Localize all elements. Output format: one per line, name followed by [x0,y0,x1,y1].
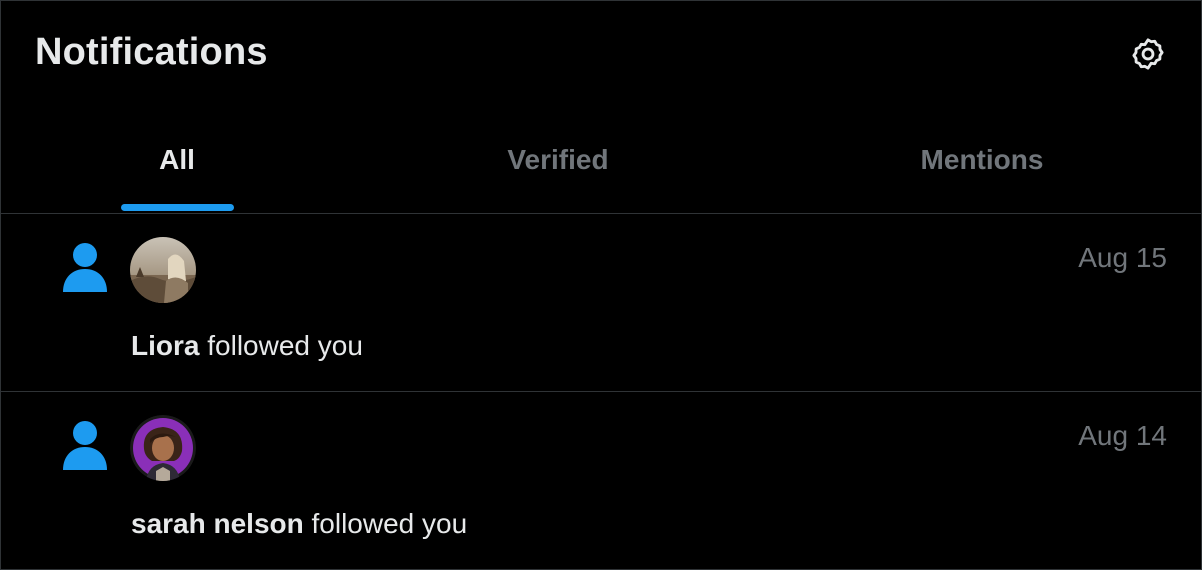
tab-verified-label: Verified [507,144,609,175]
notification-action: followed you [311,508,468,539]
tab-mentions[interactable]: Mentions [763,107,1201,213]
settings-button[interactable] [1127,33,1169,75]
notification-item[interactable]: Aug 15 Liora followed you [1,214,1201,392]
notification-text: Liora followed you [131,330,363,362]
active-tab-indicator [121,204,234,211]
tab-mentions-label: Mentions [920,144,1044,175]
tab-bar: All Verified Mentions [1,107,1201,214]
tab-verified[interactable]: Verified [353,107,763,213]
notification-text: sarah nelson followed you [131,508,467,540]
avatar[interactable] [130,415,196,481]
person-icon [63,421,107,470]
notifications-panel: Notifications All Verified Mentions Aug … [0,0,1202,570]
avatar[interactable] [130,237,196,303]
notification-user[interactable]: Liora [131,330,199,361]
notification-user[interactable]: sarah nelson [131,508,304,539]
page-title: Notifications [35,31,268,73]
gear-icon [1132,38,1164,70]
tab-all-label: All [159,144,195,175]
person-icon [63,243,107,292]
notification-date: Aug 14 [1078,420,1167,451]
notification-date: Aug 15 [1078,242,1167,273]
notification-action: followed you [207,330,363,361]
notification-item[interactable]: Aug 14 sarah nelson followed you [1,392,1201,569]
tab-all[interactable]: All [1,107,353,213]
header: Notifications [1,1,1201,107]
